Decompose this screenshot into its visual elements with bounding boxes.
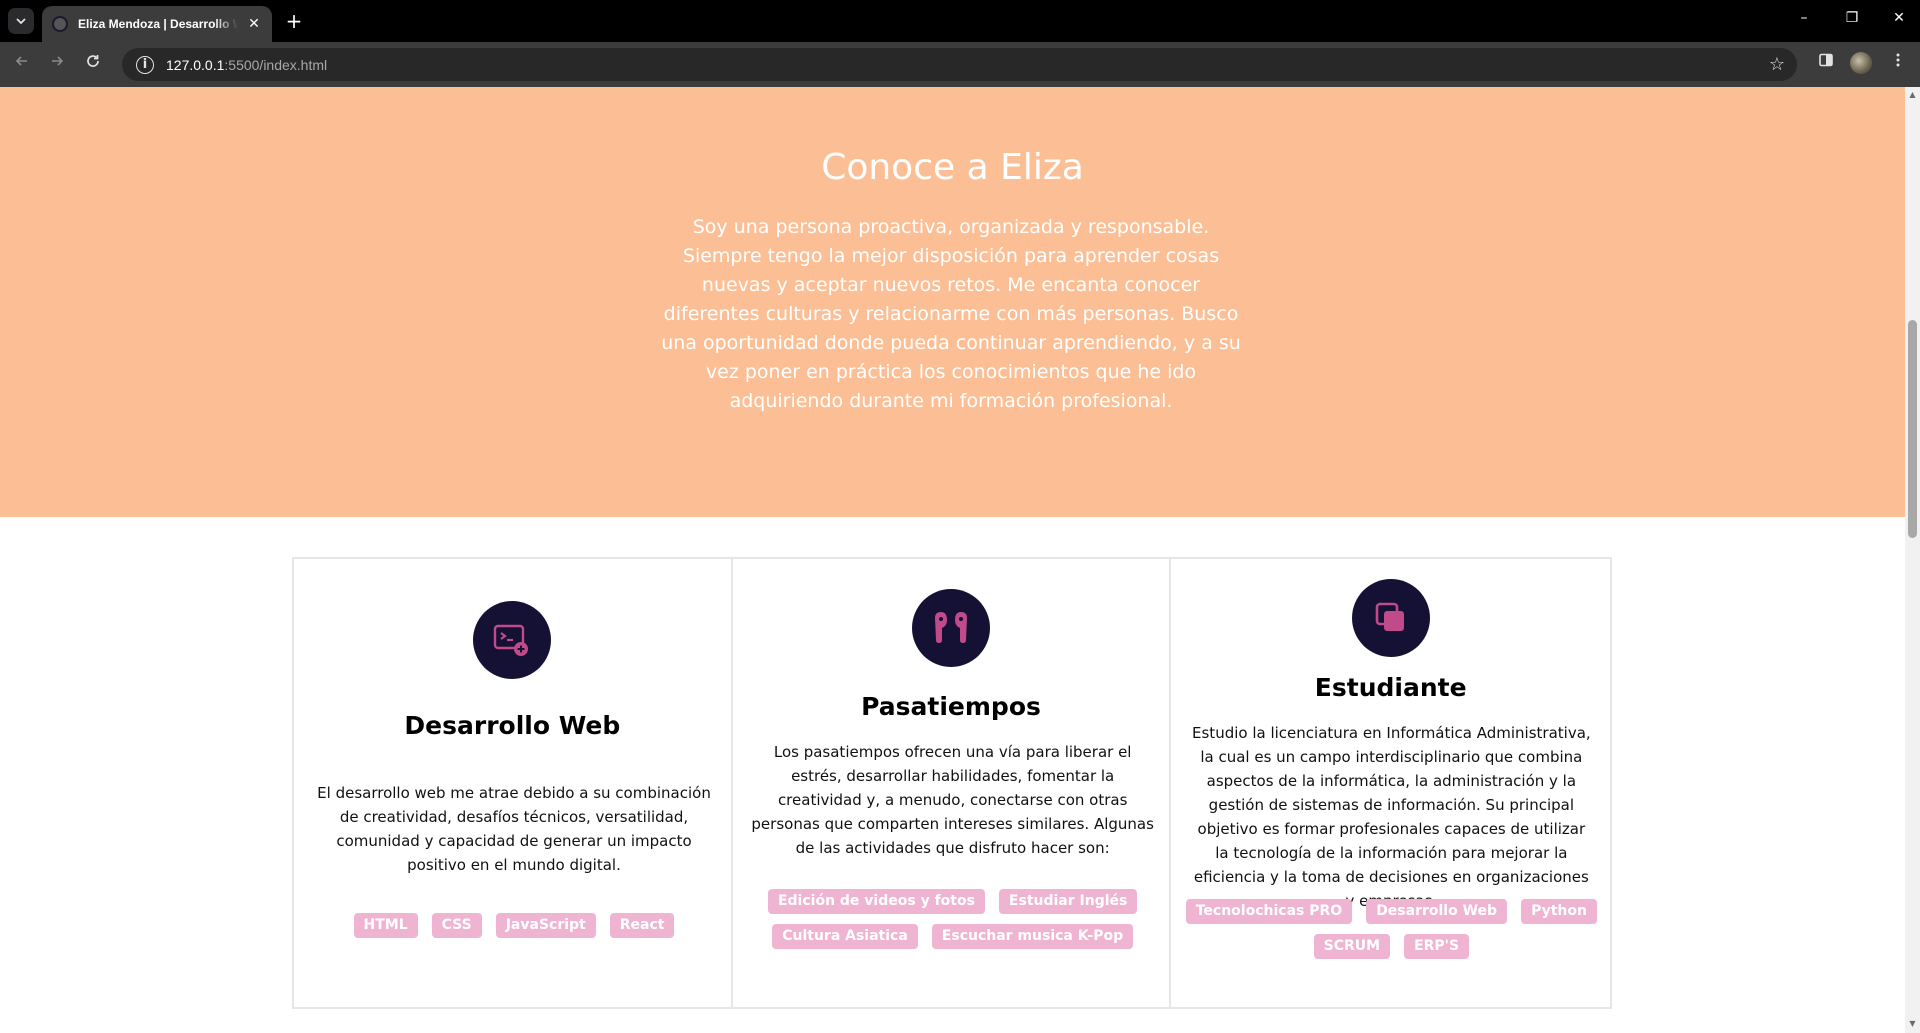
new-tab-button[interactable]: + bbox=[282, 9, 306, 33]
browser-titlebar: Eliza Mendoza | Desarrollo Web ✕ + – ❐ ✕ bbox=[0, 0, 1920, 42]
card-text: El desarrollo web me atrae debido a su c… bbox=[317, 784, 711, 874]
close-window-button[interactable]: ✕ bbox=[1884, 10, 1914, 26]
card-title: Estudiante bbox=[1314, 673, 1467, 702]
bookmark-star-icon[interactable]: ☆ bbox=[1769, 54, 1785, 75]
card-estudiante: Estudiante Estudio la licenciatura en In… bbox=[1171, 559, 1610, 1007]
tag-chip: Desarrollo Web bbox=[1366, 899, 1508, 924]
url-host: 127.0.0.1 bbox=[166, 56, 225, 73]
arrow-left-icon bbox=[15, 56, 27, 66]
favicon-icon bbox=[52, 16, 68, 32]
tag-list: Edición de videos y fotos Estudiar Inglé… bbox=[743, 889, 1163, 949]
browser-toolbar: i 127.0.0.1 :5500/index.html ☆ bbox=[0, 42, 1920, 87]
tag-chip: CSS bbox=[431, 913, 482, 938]
about-section: Conoce a Eliza Soy una persona proactiva… bbox=[0, 87, 1905, 517]
card-title: Pasatiempos bbox=[861, 692, 1041, 721]
browser-tab[interactable]: Eliza Mendoza | Desarrollo Web ✕ bbox=[42, 6, 272, 42]
tag-chip: JavaScript bbox=[495, 913, 596, 938]
page-scrollbar[interactable]: ▲ ▼ bbox=[1905, 87, 1920, 1033]
page-viewport: Conoce a Eliza Soy una persona proactiva… bbox=[0, 87, 1905, 1033]
side-panel-icon[interactable] bbox=[1814, 52, 1838, 72]
restore-button[interactable]: ❐ bbox=[1837, 10, 1867, 26]
scroll-up-icon[interactable]: ▲ bbox=[1908, 90, 1917, 99]
tag-list: Tecnolochicas PRO Desarrollo Web Python … bbox=[1181, 899, 1601, 959]
tag-chip: ERP'S bbox=[1404, 934, 1470, 959]
earbuds-icon bbox=[912, 589, 990, 667]
reload-icon bbox=[87, 55, 99, 67]
forward-button[interactable] bbox=[45, 52, 69, 76]
about-title: Conoce a Eliza bbox=[821, 147, 1084, 188]
card-text: Los pasatiempos ofrecen una vía para lib… bbox=[751, 743, 1154, 857]
about-text: Soy una persona proactiva, organizada y … bbox=[661, 216, 1241, 412]
url-path: :5500/index.html bbox=[224, 56, 328, 73]
terminal-add-icon bbox=[473, 601, 552, 679]
tag-chip: Estudiar Inglés bbox=[998, 889, 1138, 914]
tab-title: Eliza Mendoza | Desarrollo Web bbox=[78, 17, 238, 31]
tag-chip: Escuchar musica K-Pop bbox=[931, 924, 1134, 949]
tag-list: HTML CSS JavaScript React bbox=[304, 913, 724, 938]
address-bar[interactable]: i 127.0.0.1 :5500/index.html ☆ bbox=[122, 48, 1797, 81]
card-pasatiempos: Pasatiempos Los pasatiempos ofrecen una … bbox=[733, 559, 1172, 1007]
arrow-right-icon bbox=[52, 56, 64, 66]
copy-icon bbox=[1351, 579, 1430, 657]
card-desarrollo-web: Desarrollo Web El desarrollo web me atra… bbox=[294, 559, 733, 1007]
tag-chip: Python bbox=[1521, 899, 1597, 924]
back-button[interactable] bbox=[10, 52, 34, 76]
card-text: Estudio la licenciatura en Informática A… bbox=[1192, 724, 1591, 910]
card-title: Desarrollo Web bbox=[404, 711, 621, 740]
tab-close-icon[interactable]: ✕ bbox=[246, 16, 262, 32]
tag-chip: Tecnolochicas PRO bbox=[1185, 899, 1353, 924]
scroll-thumb[interactable] bbox=[1908, 320, 1917, 538]
chevron-down-icon bbox=[16, 18, 26, 25]
tag-chip: Cultura Asiatica bbox=[772, 924, 918, 949]
cards-section: Desarrollo Web El desarrollo web me atra… bbox=[292, 557, 1612, 1009]
tab-search-button[interactable] bbox=[8, 8, 34, 34]
tag-chip: Edición de videos y fotos bbox=[767, 889, 985, 914]
minimize-button[interactable]: – bbox=[1789, 10, 1819, 26]
profile-avatar[interactable] bbox=[1850, 52, 1872, 74]
scroll-down-icon[interactable]: ▼ bbox=[1908, 1019, 1917, 1028]
tag-chip: React bbox=[609, 913, 675, 938]
tag-chip: HTML bbox=[353, 913, 418, 938]
reload-button[interactable] bbox=[81, 52, 105, 76]
menu-kebab-icon[interactable] bbox=[1886, 52, 1910, 72]
site-info-icon[interactable]: i bbox=[136, 55, 154, 74]
tag-chip: SCRUM bbox=[1313, 934, 1391, 959]
